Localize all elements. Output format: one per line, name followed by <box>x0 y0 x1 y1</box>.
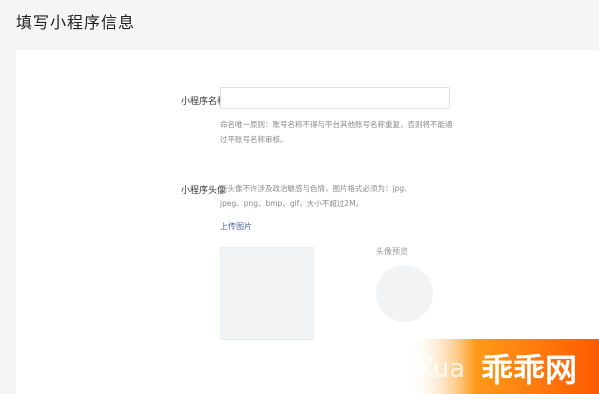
avatar-hint: 新头像不许涉及政治敏感与色情，图片格式必须为：jpg、jpeg、png、bmp、… <box>220 184 412 208</box>
mini-program-avatar-label: 小程序头像 <box>180 186 226 196</box>
avatar-preview-label: 头像预览 <box>376 247 408 256</box>
name-hint: 命名唯一原则：账号名称不得与平台其他账号名称重复，否则将不能通过平账号名称审核。 <box>220 120 453 144</box>
upload-image-link[interactable]: 上传图片 <box>220 221 252 232</box>
mini-program-name-input[interactable] <box>220 87 450 109</box>
page-title: 填写小程序信息 <box>16 13 136 32</box>
svg-text:乖乖网: 乖乖网 <box>481 351 577 389</box>
avatar-preview-circle <box>376 265 433 322</box>
svg-text:Kua: Kua <box>417 354 465 384</box>
avatar-upload-box[interactable] <box>220 247 314 340</box>
watermark-logo: Kua 乖乖网 <box>409 339 599 394</box>
mini-program-name-label: 小程序名称 <box>180 97 226 107</box>
